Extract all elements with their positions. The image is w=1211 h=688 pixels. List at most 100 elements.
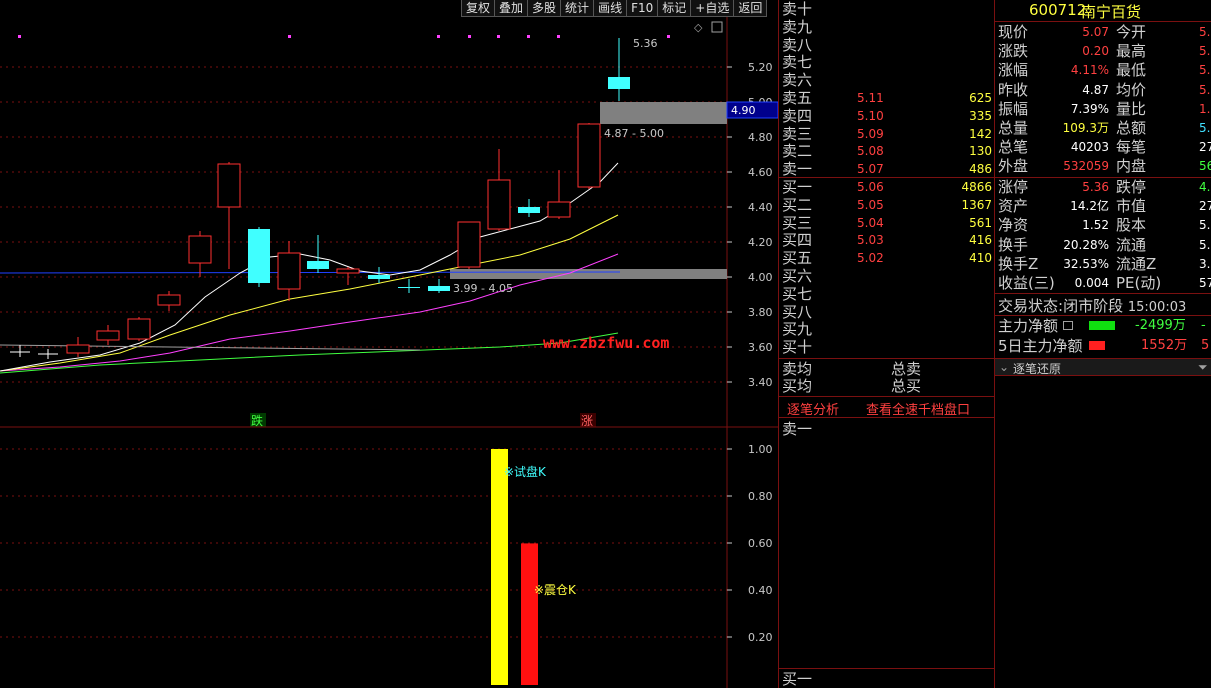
toolbar-button-3[interactable]: 统计 xyxy=(560,0,595,17)
ask-row[interactable]: 卖四 5.10 335 xyxy=(779,107,995,125)
ask-row[interactable]: 卖十 xyxy=(779,0,995,18)
bid-volume: 416 xyxy=(969,233,992,248)
bid-row[interactable]: 买十 xyxy=(779,338,995,356)
bid-volume: 4866 xyxy=(961,180,992,194)
quote-key: 涨幅 xyxy=(998,61,1029,80)
bid-row[interactable]: 买八 xyxy=(779,303,995,321)
toolbar-button-2[interactable]: 多股 xyxy=(527,0,562,17)
price-axis-label: 3.40 xyxy=(748,376,773,389)
candle-up xyxy=(127,318,151,340)
ask-row[interactable]: 卖一 5.07 486 xyxy=(779,160,995,178)
bid-label: 买五 xyxy=(782,249,813,268)
quote-key: 总量 xyxy=(998,119,1029,137)
signal-dot xyxy=(557,35,560,38)
toolbar-button-0[interactable]: 复权 xyxy=(461,0,496,17)
quote-row: 涨停 5.36 跌停 4. xyxy=(995,178,1211,197)
quote-key: 换手Z xyxy=(998,254,1039,273)
ask-volume: 335 xyxy=(969,108,992,123)
indicator-bar-1 xyxy=(521,543,538,685)
window-icon[interactable] xyxy=(711,21,723,33)
toolbar-button-4[interactable]: 画线 xyxy=(593,0,628,17)
toolbar-button-5[interactable]: F10 xyxy=(626,0,659,17)
quote-key: 总笔 xyxy=(998,138,1029,157)
tick-analysis-link[interactable]: 逐笔分析 xyxy=(787,399,839,418)
ask-price: 5.10 xyxy=(857,108,884,123)
ask-volume: 130 xyxy=(969,144,992,159)
ask-label: 卖五 xyxy=(782,89,813,107)
bid-row[interactable]: 买九 xyxy=(779,320,995,338)
quote-key: 每笔 xyxy=(1116,138,1147,157)
main-net-flow-bar xyxy=(1089,321,1115,330)
quote-key: 量比 xyxy=(1116,99,1147,118)
down-marker: 跌 xyxy=(251,413,263,428)
five-day-net-flow-bar xyxy=(1089,341,1105,350)
price-axis-label: 4.20 xyxy=(748,236,773,249)
ask-label: 卖九 xyxy=(782,17,813,36)
avg-sell-row: 卖均 总卖 xyxy=(779,360,995,378)
ask-row[interactable]: 卖八 xyxy=(779,36,995,54)
candle-up xyxy=(96,330,120,341)
indicator-axis-label: 0.40 xyxy=(748,584,773,597)
main-net-flow-value: -2499万 xyxy=(1135,318,1186,333)
main-net-flow-row: 主力净额 -2499万 - xyxy=(995,316,1211,336)
ask-volume: 625 xyxy=(969,91,992,105)
support-zone xyxy=(450,269,727,279)
bid-row[interactable]: 买七 xyxy=(779,285,995,303)
tick-restore-header[interactable]: ⌄ 逐笔还原 ⏷ xyxy=(995,358,1211,376)
current-price-tag-label: 4.90 xyxy=(731,104,756,117)
diamond-icon[interactable]: ◇ xyxy=(694,21,703,34)
candle-up xyxy=(547,201,571,218)
ask-row[interactable]: 卖二 5.08 130 xyxy=(779,142,995,160)
quote-value: 7.39% xyxy=(1070,101,1109,116)
bid-row[interactable]: 买一 5.06 4866 xyxy=(779,178,995,196)
ask-row[interactable]: 卖六 xyxy=(779,71,995,89)
book-avg-separator xyxy=(779,358,995,359)
bid-row[interactable]: 买二 5.05 1367 xyxy=(779,196,995,214)
quote-key: PE(动) xyxy=(1116,274,1162,292)
quote-key: 收益(三) xyxy=(998,274,1055,292)
ask-row[interactable]: 卖九 xyxy=(779,18,995,36)
quote-value: 5.39 xyxy=(1199,237,1211,252)
quote-value: 109.3万 xyxy=(1062,121,1109,135)
price-axis-label: 4.40 xyxy=(748,201,773,214)
price-axis-label: 3.60 xyxy=(748,341,773,354)
filter-icon[interactable]: ⏷ xyxy=(1198,360,1208,375)
toolbar-button-8[interactable]: 返回 xyxy=(733,0,768,17)
candle-up xyxy=(188,235,212,264)
price-chart[interactable]: 5.205.004.804.604.404.204.003.803.603.40… xyxy=(0,17,778,428)
indicator-chart[interactable]: 1.00 0.80 0.60 0.40 0.20 ※试盘K ※震仓K xyxy=(0,428,778,688)
ask-label: 卖二 xyxy=(782,142,813,161)
shake-k-label: ※震仓K xyxy=(534,583,577,597)
candle-down xyxy=(608,77,630,89)
bid-row[interactable]: 买四 5.03 416 xyxy=(779,231,995,249)
toolbar-button-7[interactable]: +自选 xyxy=(690,0,735,17)
quote-value: 5. xyxy=(1199,82,1211,97)
price-axis-label: 4.00 xyxy=(748,271,773,284)
total-buy-label: 总买 xyxy=(891,377,922,395)
ask-row[interactable]: 卖七 xyxy=(779,53,995,71)
toolbar-button-1[interactable]: 叠加 xyxy=(494,0,529,17)
signal-dot xyxy=(667,35,670,38)
bid-label: 买三 xyxy=(782,213,813,232)
quote-header: 600712 南宁百货 xyxy=(995,0,1211,22)
signal-dot xyxy=(497,35,500,38)
quote-row: 净资 1.52 股本 5.45 xyxy=(995,216,1211,235)
toolbar-button-6[interactable]: 标记 xyxy=(657,0,692,17)
ask-row[interactable]: 卖三 5.09 142 xyxy=(779,125,995,143)
trade-status-time: 15:00:03 xyxy=(1127,300,1187,315)
quote-value: 27 xyxy=(1199,140,1211,155)
quote-key: 内盘 xyxy=(1116,157,1147,176)
quote-key: 今开 xyxy=(1116,23,1147,41)
ask-row[interactable]: 卖五 5.11 625 xyxy=(779,89,995,107)
book-links: 逐笔分析 查看全速千档盘口 xyxy=(779,396,995,418)
list-icon[interactable] xyxy=(1063,321,1073,330)
avg-sell-label: 卖均 xyxy=(782,360,813,378)
candle-down xyxy=(307,261,329,269)
bid-row[interactable]: 买五 5.02 410 xyxy=(779,249,995,267)
quote-key: 资产 xyxy=(998,197,1029,216)
bid-row[interactable]: 买三 5.04 561 xyxy=(779,214,995,232)
bid-row[interactable]: 买六 xyxy=(779,267,995,285)
five-day-net-flow-tail: 5 xyxy=(1201,338,1210,353)
fast-depth-link[interactable]: 查看全速千档盘口 xyxy=(866,399,970,418)
up-marker: 涨 xyxy=(581,413,593,428)
